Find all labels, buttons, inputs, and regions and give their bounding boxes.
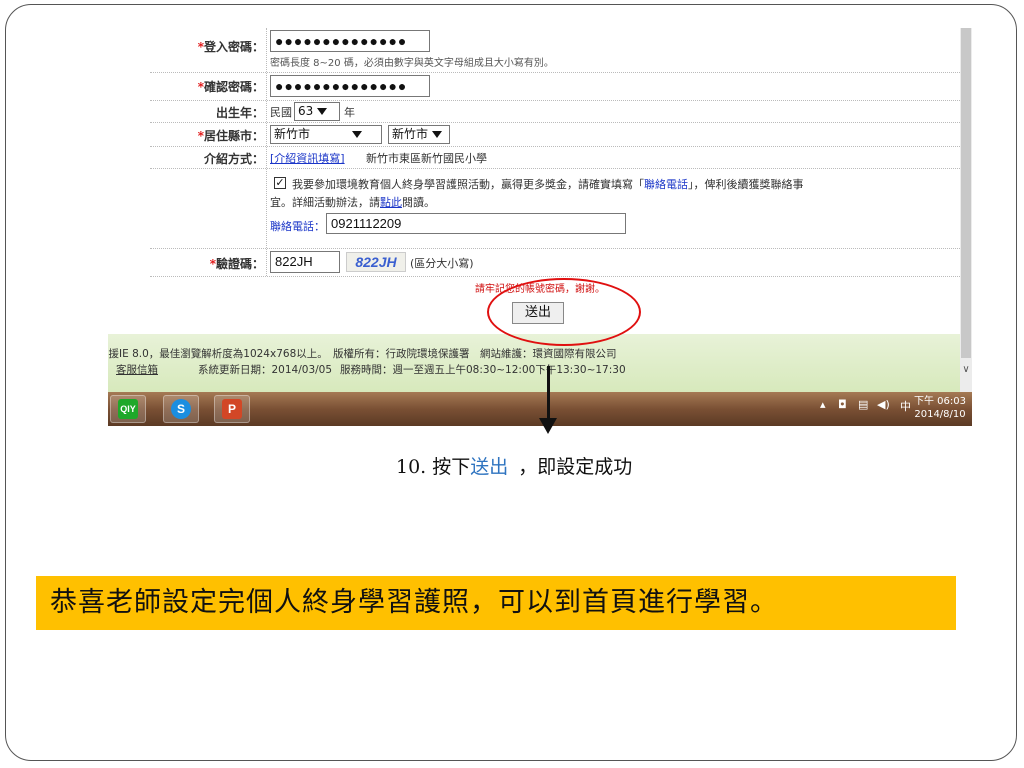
birth-prefix: 民國 — [270, 106, 292, 119]
clock-date: 2014/8/10 — [914, 409, 966, 420]
confirm-password-label: *確認密碼： — [197, 80, 264, 94]
captcha-image: 822JH — [346, 252, 406, 272]
captcha-label: *驗證碼： — [209, 257, 264, 271]
pointer-arrow-head — [539, 418, 557, 434]
phone-field[interactable]: 0921112209 — [326, 213, 626, 234]
scroll-thumb[interactable] — [961, 28, 971, 358]
shield-icon[interactable]: ◘ — [838, 398, 847, 411]
captcha-field[interactable]: 822JH — [270, 251, 340, 273]
taskbar-app-iqiyi[interactable]: QIY — [110, 395, 146, 423]
confirm-password-row: *確認密碼： ●●●●●●●●●●●●●● — [150, 72, 960, 101]
password-hint: 密碼長度 8~20 碼，必須由數字與英文字母組成且大小寫有別。 — [270, 58, 554, 69]
show-hidden-icons[interactable]: ▴ — [820, 398, 826, 411]
confirm-password-field[interactable]: ●●●●●●●●●●●●●● — [270, 75, 430, 97]
chevron-down-icon — [432, 131, 443, 138]
submit-highlight-ellipse — [487, 278, 641, 346]
network-icon[interactable]: ▤ — [858, 398, 868, 411]
scrollbar[interactable]: ∨ — [960, 28, 972, 392]
pointer-arrow-shaft — [547, 366, 550, 422]
rules-link[interactable]: 點此 — [380, 196, 402, 209]
browser-screenshot: *登入密碼： ●●●●●●●●●●●●●● 密碼長度 8~20 碼，必須由數字與… — [108, 28, 972, 426]
service-email-link[interactable]: 客服信箱 — [116, 362, 158, 377]
birth-year-label: 出生年： — [215, 106, 264, 120]
taskbar-app-skype[interactable]: S — [163, 395, 199, 423]
ime-indicator[interactable]: 中 — [900, 398, 911, 414]
phone-highlight: 聯絡電話 — [644, 178, 688, 191]
activity-checkbox[interactable]: ✓ — [274, 177, 286, 189]
taskbar-clock[interactable]: 下午 06:03 2014/8/10 — [914, 395, 966, 421]
city-row: *居住縣市： 新竹市 新竹市 — [150, 122, 960, 147]
activity-text-line2: 宜。詳細活動辦法，請點此閱讀。 — [270, 196, 435, 209]
birth-year-row: 出生年： 民國 63 年 — [150, 100, 960, 123]
iqiyi-icon: QIY — [118, 399, 138, 419]
password-row: *登入密碼： ●●●●●●●●●●●●●● 密碼長度 8~20 碼，必須由數字與… — [150, 28, 960, 73]
referral-row: 介紹方式： [介紹資訊填寫] 新竹市東區新竹國民小學 — [150, 146, 960, 169]
city-label: *居住縣市： — [197, 129, 264, 143]
clock-time: 下午 06:03 — [914, 396, 966, 407]
activity-row: ✓ 我要參加環境教育個人終身學習護照活動，贏得更多獎金，請確實填寫「聯絡電話」，… — [150, 168, 960, 249]
referral-link[interactable]: [介紹資訊填寫] — [270, 150, 345, 166]
city-select[interactable]: 新竹市 — [270, 125, 382, 144]
chevron-down-icon — [352, 131, 363, 138]
taskbar-app-powerpoint[interactable]: P — [214, 395, 250, 423]
referral-label: 介紹方式： — [203, 152, 264, 166]
volume-icon[interactable]: ◀) — [877, 398, 890, 411]
skype-icon: S — [171, 399, 191, 419]
chevron-down-icon — [317, 108, 328, 115]
password-label: *登入密碼： — [197, 40, 264, 54]
captcha-row: *驗證碼： 822JH 822JH (區分大小寫) — [150, 248, 960, 277]
powerpoint-icon: P — [222, 399, 242, 419]
password-field[interactable]: ●●●●●●●●●●●●●● — [270, 30, 430, 52]
scroll-down-icon[interactable]: ∨ — [961, 364, 971, 375]
birth-year-select[interactable]: 63 — [294, 102, 340, 121]
birth-suffix: 年 — [344, 106, 355, 119]
update-date: 系統更新日期：2014/03/05 — [198, 364, 333, 376]
congratulation-banner: 恭喜老師設定完個人終身學習護照，可以到首頁進行學習。 — [36, 576, 956, 630]
service-hours: 服務時間：週一至週五上午08:30~12:00下午13:30~17:30 — [340, 364, 626, 376]
step-keyword: 送出 — [470, 456, 509, 478]
footer-info: 支援IE 8.0，最佳瀏覽解析度為1024x768以上。 版權所有：行政院環境保… — [108, 348, 617, 360]
step-caption: 10. 按下送出 ，即設定成功 — [396, 456, 633, 478]
district-select[interactable]: 新竹市 — [388, 125, 450, 144]
phone-label: 聯絡電話： — [270, 220, 325, 233]
captcha-note: (區分大小寫) — [410, 257, 474, 270]
activity-text: 我要參加環境教育個人終身學習護照活動，贏得更多獎金，請確實填寫「聯絡電話」，俾利… — [292, 178, 804, 191]
referral-value: 新竹市東區新竹國民小學 — [366, 152, 487, 165]
